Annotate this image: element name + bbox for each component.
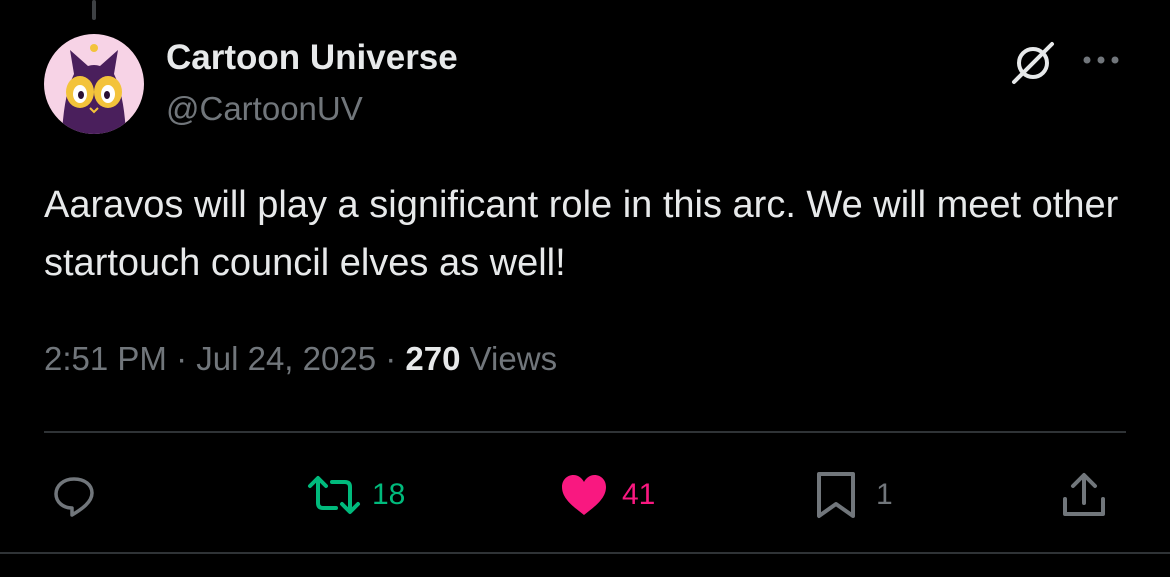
retweet-icon bbox=[308, 476, 360, 514]
tweet-time[interactable]: 2:51 PM bbox=[44, 340, 167, 377]
views-count: 270 bbox=[405, 340, 461, 377]
share-icon bbox=[1063, 473, 1105, 516]
tweet-text: Aaravos will play a significant role in … bbox=[44, 184, 1119, 284]
bookmark-icon bbox=[817, 472, 855, 518]
tweet-date[interactable]: Jul 24, 2025 bbox=[196, 340, 376, 377]
retweet-count: 18 bbox=[372, 478, 406, 511]
meta-separator: · bbox=[385, 340, 397, 377]
share-button[interactable] bbox=[1060, 470, 1108, 520]
like-count: 41 bbox=[622, 478, 656, 511]
retweet-button[interactable]: 18 bbox=[306, 470, 405, 520]
thread-connector-line bbox=[92, 0, 96, 20]
like-button[interactable]: 41 bbox=[560, 470, 655, 520]
views-label: Views bbox=[469, 340, 558, 377]
grok-icon[interactable] bbox=[1008, 40, 1058, 86]
divider bbox=[0, 552, 1170, 554]
reply-button[interactable] bbox=[52, 470, 96, 520]
tweet-meta: 2:51 PM · Jul 24, 2025 · 270 Views bbox=[44, 340, 557, 378]
meta-separator: · bbox=[176, 340, 188, 377]
divider bbox=[44, 431, 1126, 433]
avatar[interactable] bbox=[44, 34, 144, 134]
heart-icon bbox=[562, 475, 606, 515]
bookmark-count: 1 bbox=[876, 478, 893, 511]
avatar-image bbox=[44, 34, 144, 134]
author-handle[interactable]: @CartoonUV bbox=[166, 90, 363, 128]
more-icon[interactable] bbox=[1080, 52, 1122, 68]
author-name[interactable]: Cartoon Universe bbox=[166, 38, 458, 78]
bookmark-button[interactable]: 1 bbox=[814, 470, 893, 520]
reply-icon bbox=[54, 477, 94, 517]
